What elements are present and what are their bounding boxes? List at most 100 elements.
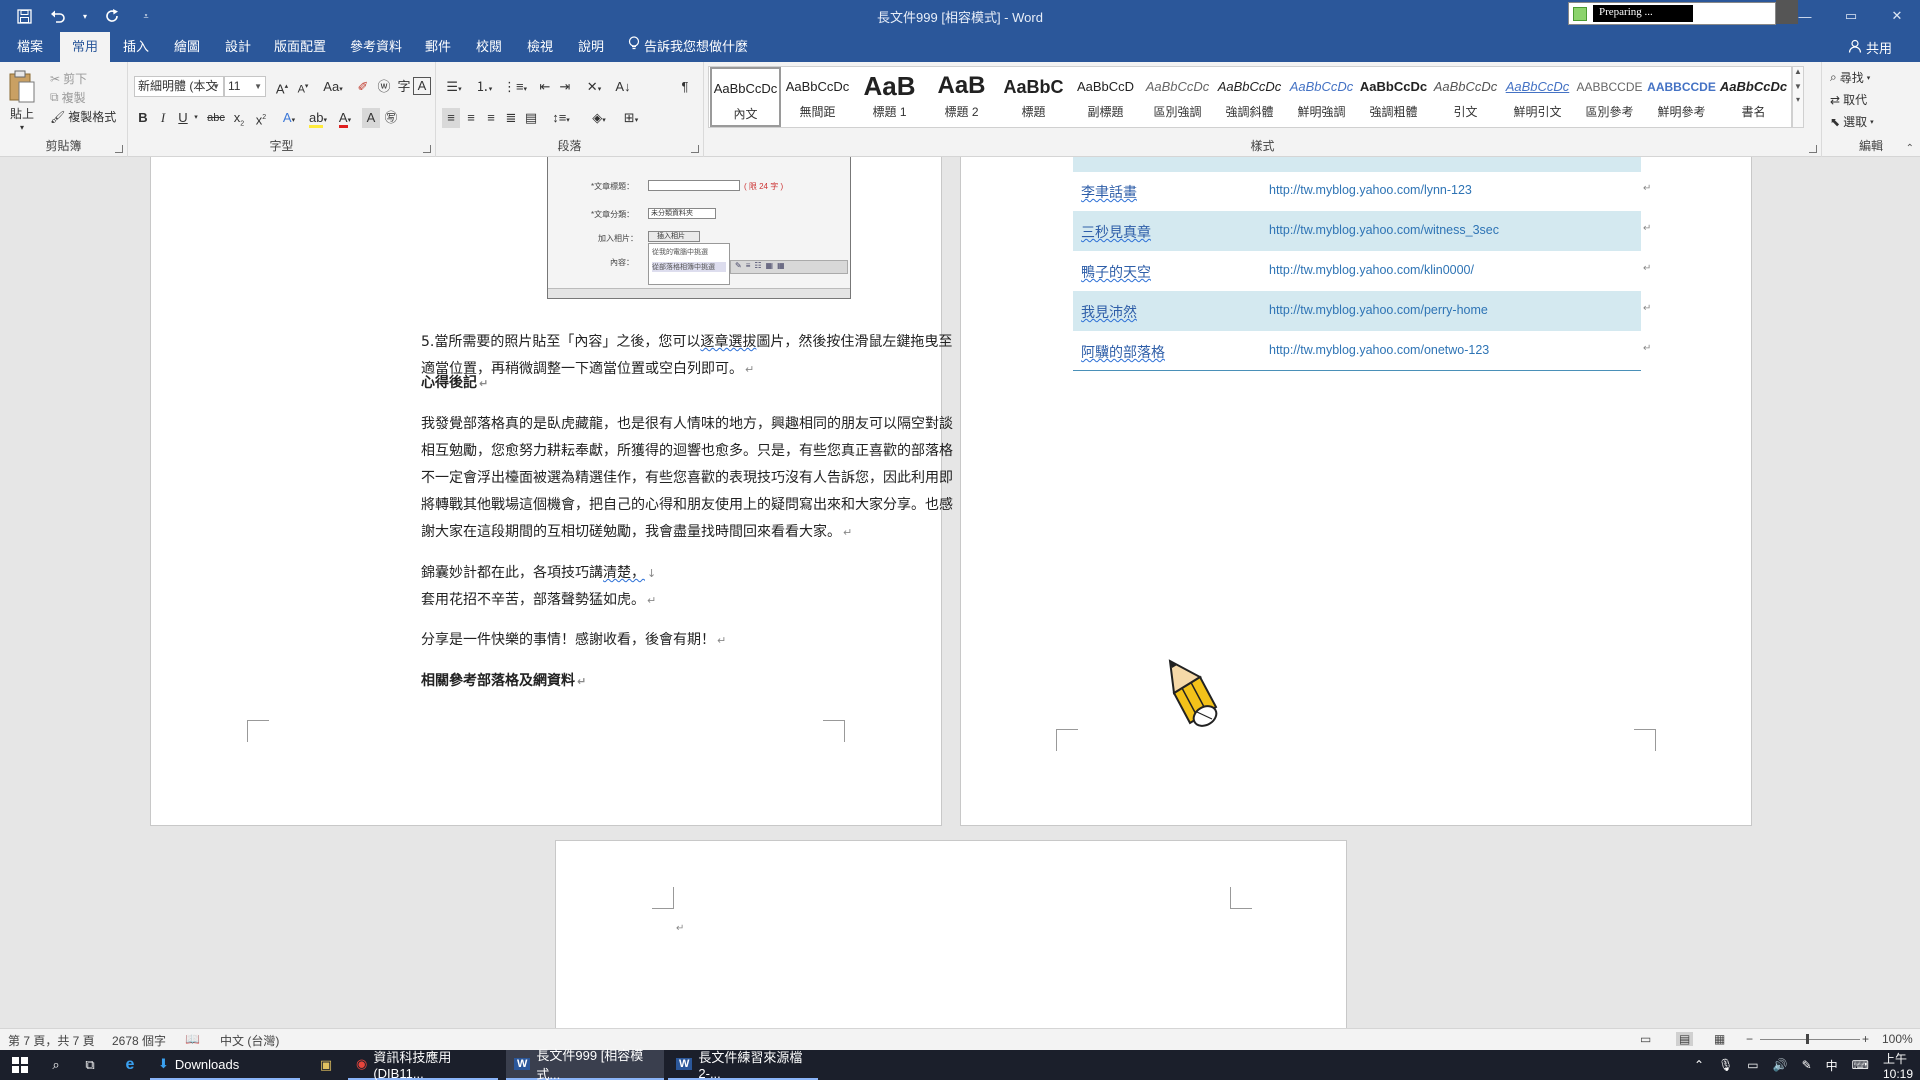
zoom-slider[interactable] bbox=[1760, 1039, 1860, 1040]
zoom-out-icon[interactable]: − bbox=[1746, 1032, 1753, 1046]
font-size-combo[interactable]: 11 ▼ bbox=[224, 76, 266, 97]
web-layout-icon[interactable]: ▦ bbox=[1714, 1032, 1725, 1046]
copy-button[interactable]: ⧉ 複製 bbox=[50, 89, 86, 106]
tab-draw[interactable]: 繪圖 bbox=[167, 32, 207, 62]
blog-url[interactable]: http://tw.myblog.yahoo.com/onetwo-123 bbox=[1269, 343, 1489, 357]
style-subtle-reference[interactable]: AABBCCDE 區別參考 bbox=[1574, 67, 1645, 127]
zoom-level[interactable]: 100% bbox=[1882, 1032, 1913, 1046]
zoom-in-icon[interactable]: + bbox=[1862, 1032, 1869, 1046]
clock[interactable]: 上午 10:19 bbox=[1883, 1050, 1913, 1080]
tab-insert[interactable]: 插入 bbox=[116, 32, 156, 62]
maximize-icon[interactable]: ▭ bbox=[1828, 0, 1874, 32]
distributed-icon[interactable]: ▤ bbox=[522, 108, 540, 128]
volume-icon[interactable]: 🔊 bbox=[1773, 1058, 1788, 1072]
numbering-icon[interactable]: ⒈▾ bbox=[472, 77, 496, 97]
increase-indent-icon[interactable]: ⇥ bbox=[556, 77, 574, 97]
italic-icon[interactable]: I bbox=[154, 108, 172, 128]
style-subtle-emphasis[interactable]: AaBbCcDc 區別強調 bbox=[1142, 67, 1213, 127]
underline-icon[interactable]: U bbox=[174, 108, 192, 128]
blog-name[interactable]: 阿驥的部落格 bbox=[1081, 342, 1165, 362]
blog-name[interactable]: 鴨子的天空 bbox=[1081, 262, 1151, 282]
edge-icon[interactable]: e bbox=[118, 1050, 142, 1080]
pen-icon[interactable]: ✎ bbox=[1802, 1058, 1812, 1072]
subscript-icon[interactable]: x2 bbox=[230, 108, 248, 128]
document-area[interactable]: *文章標題： ( 限 24 字 ) *文章分類： 未分類資料夾 加入相片： 插入… bbox=[0, 157, 1920, 1036]
chevron-down-icon[interactable]: ▾ bbox=[192, 108, 200, 128]
store-icon[interactable]: ▣ bbox=[314, 1050, 338, 1080]
line-spacing-icon[interactable]: ↕≡▾ bbox=[548, 108, 574, 128]
blog-url[interactable]: http://tw.myblog.yahoo.com/witness_3sec bbox=[1269, 223, 1499, 237]
grow-font-icon[interactable]: A▴ bbox=[273, 77, 291, 97]
taskbar-downloads[interactable]: ⬇ Downloads bbox=[150, 1050, 300, 1080]
character-border-icon[interactable]: A bbox=[413, 77, 431, 95]
format-painter-button[interactable]: 🖌 複製格式 bbox=[50, 108, 116, 125]
asian-layout-icon[interactable]: ✕▾ bbox=[582, 77, 606, 97]
shrink-font-icon[interactable]: A▾ bbox=[294, 77, 312, 97]
windows-start-icon[interactable] bbox=[8, 1050, 32, 1080]
network-icon[interactable]: ▭ bbox=[1747, 1058, 1758, 1072]
language[interactable]: 中文 (台灣) bbox=[220, 1032, 279, 1049]
tab-home[interactable]: 常用 bbox=[60, 32, 110, 62]
tab-design[interactable]: 設計 bbox=[218, 32, 258, 62]
blog-name[interactable]: 三秒見真章 bbox=[1081, 222, 1151, 242]
decrease-indent-icon[interactable]: ⇤ bbox=[536, 77, 554, 97]
blog-name[interactable]: 我見沛然 bbox=[1081, 302, 1137, 322]
share-button[interactable]: 共用 bbox=[1848, 32, 1892, 62]
style-quote[interactable]: AaBbCcDc 引文 bbox=[1430, 67, 1501, 127]
select-button[interactable]: ⬉ 選取 ▾ bbox=[1830, 113, 1874, 130]
style-intense-quote[interactable]: AaBbCcDc 鮮明引文 bbox=[1502, 67, 1573, 127]
shading-icon[interactable]: ◈▾ bbox=[586, 108, 612, 128]
style-no-spacing[interactable]: AaBbCcDc 無間距 bbox=[782, 67, 853, 127]
taskbar-word-2[interactable]: W 長文件練習來源檔2-... bbox=[668, 1050, 818, 1080]
print-layout-icon[interactable]: ▤ bbox=[1676, 1032, 1694, 1046]
tab-file[interactable]: 檔案 bbox=[8, 32, 52, 62]
read-mode-icon[interactable]: ▭ bbox=[1640, 1032, 1651, 1046]
justify-icon[interactable]: ≣ bbox=[502, 108, 520, 128]
styles-launcher-icon[interactable] bbox=[1809, 145, 1817, 153]
change-case-icon[interactable]: Aa▾ bbox=[320, 77, 346, 97]
align-left-icon[interactable]: ≡ bbox=[442, 108, 460, 128]
clipboard-launcher-icon[interactable] bbox=[115, 145, 123, 153]
blog-url[interactable]: http://tw.myblog.yahoo.com/perry-home bbox=[1269, 303, 1488, 317]
cut-button[interactable]: ✂ 剪下 bbox=[50, 70, 87, 87]
chevron-up-icon[interactable]: ⌃ bbox=[1694, 1058, 1704, 1072]
sort-icon[interactable]: A↓ bbox=[614, 77, 632, 97]
paragraph-mark-icon[interactable]: ↵ bbox=[676, 923, 684, 934]
tab-review[interactable]: 校閱 bbox=[469, 32, 509, 62]
microphone-icon[interactable]: 🎙 bbox=[1718, 1058, 1733, 1072]
tab-layout[interactable]: 版面配置 bbox=[272, 32, 328, 62]
style-intense-emphasis[interactable]: AaBbCcDc 鮮明強調 bbox=[1286, 67, 1357, 127]
style-subtitle[interactable]: AaBbCcD 副標題 bbox=[1070, 67, 1141, 127]
superscript-icon[interactable]: x2 bbox=[252, 108, 270, 128]
search-icon[interactable]: ⌕ bbox=[44, 1050, 68, 1080]
style-normal[interactable]: AaBbCcDc 內文 bbox=[710, 67, 781, 127]
align-center-icon[interactable]: ≡ bbox=[462, 108, 480, 128]
tab-help[interactable]: 說明 bbox=[571, 32, 611, 62]
scroll-up-icon[interactable]: ▲ bbox=[1793, 67, 1803, 76]
style-strong[interactable]: AaBbCcDc 強調粗體 bbox=[1358, 67, 1429, 127]
paragraph-launcher-icon[interactable] bbox=[691, 145, 699, 153]
blog-url[interactable]: http://tw.myblog.yahoo.com/klin0000/ bbox=[1269, 263, 1474, 277]
replace-button[interactable]: ⇄ 取代 bbox=[1830, 91, 1867, 108]
taskbar-word-active[interactable]: W 長文件999 [相容模式... bbox=[506, 1048, 664, 1080]
bold-icon[interactable]: B bbox=[134, 108, 152, 128]
paste-button[interactable]: 貼上 ▾ bbox=[8, 70, 36, 132]
font-name-combo[interactable]: 新細明體 (本文 ▼ bbox=[134, 76, 224, 97]
find-button[interactable]: ⌕ 尋找 ▾ bbox=[1830, 69, 1870, 86]
character-shading-icon[interactable]: A bbox=[362, 108, 380, 128]
align-right-icon[interactable]: ≡ bbox=[482, 108, 500, 128]
collapse-ribbon-icon[interactable]: ⌃ bbox=[1906, 143, 1914, 154]
tab-view[interactable]: 檢視 bbox=[520, 32, 560, 62]
keyboard-icon[interactable]: ⌨ bbox=[1852, 1058, 1869, 1072]
ime-indicator[interactable]: 中 bbox=[1826, 1057, 1838, 1074]
font-color-icon[interactable]: A▾ bbox=[334, 108, 356, 128]
enclose-characters-icon[interactable]: 字 bbox=[395, 77, 413, 97]
blog-name[interactable]: 李聿話畫 bbox=[1081, 182, 1137, 202]
task-view-icon[interactable]: ⧉ bbox=[78, 1050, 102, 1080]
close-icon[interactable]: ✕ bbox=[1874, 0, 1920, 32]
bullets-icon[interactable]: ☰▾ bbox=[442, 77, 466, 97]
zoom-thumb[interactable] bbox=[1806, 1034, 1809, 1044]
scroll-down-icon[interactable]: ▼ bbox=[1793, 82, 1803, 91]
more-styles-icon[interactable]: ▾ bbox=[1793, 95, 1803, 104]
word-count[interactable]: 2678 個字 bbox=[112, 1032, 166, 1049]
